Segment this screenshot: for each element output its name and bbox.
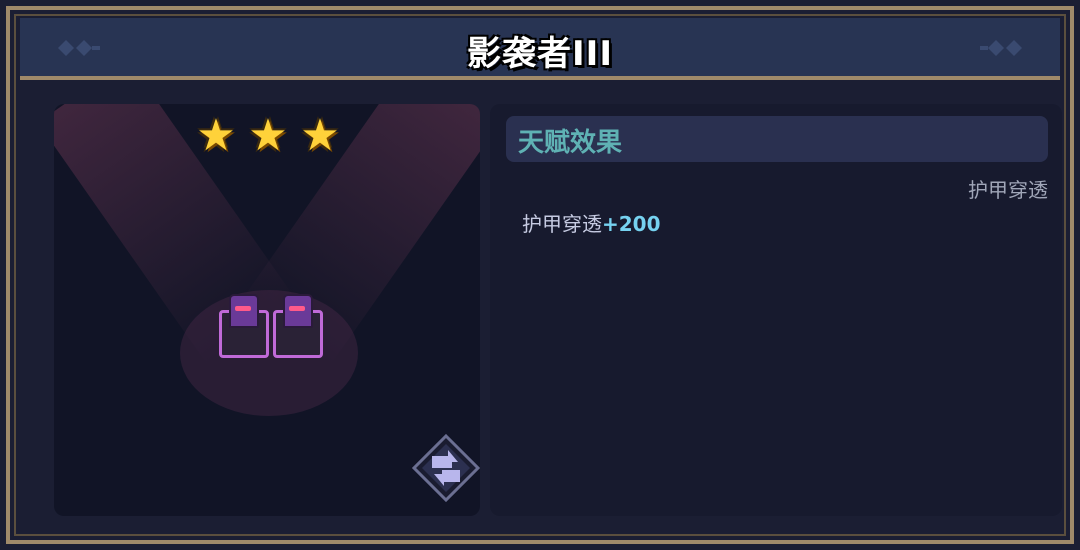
- talent-name: 护甲穿透: [968, 178, 1048, 202]
- hero-title: 影袭者III: [467, 34, 613, 74]
- talent-panel: 天赋效果 护甲穿透 护甲穿透+200: [490, 104, 1062, 516]
- unit-eyes: [235, 306, 251, 311]
- title-bar: 影袭者III: [20, 18, 1060, 80]
- ornament-right-icon: [980, 40, 1022, 56]
- unit-hooded-figure-icon: [229, 294, 259, 328]
- hero-detail-window: 影袭者III ★ ★ ★ 天赋效果 护甲穿透 护甲穿透+200: [0, 0, 1080, 550]
- talent-section-header: 天赋效果: [506, 116, 1048, 162]
- hero-unit-sprite: [217, 294, 269, 358]
- star-icon: ★: [300, 110, 340, 161]
- hero-unit-sprite: [271, 294, 323, 358]
- star-icon: ★: [248, 110, 288, 161]
- talent-effect-label: 护甲穿透: [522, 212, 602, 236]
- star-rating: ★ ★ ★: [192, 112, 344, 160]
- swap-arrows-icon[interactable]: [412, 434, 480, 502]
- unit-eyes: [289, 306, 305, 311]
- unit-hooded-figure-icon: [283, 294, 313, 328]
- talent-effect-value: +200: [602, 212, 661, 236]
- talent-section-title: 天赋效果: [518, 128, 623, 158]
- hero-units: [217, 294, 323, 358]
- star-icon: ★: [196, 110, 236, 161]
- talent-effect-line: 护甲穿透+200: [522, 208, 661, 237]
